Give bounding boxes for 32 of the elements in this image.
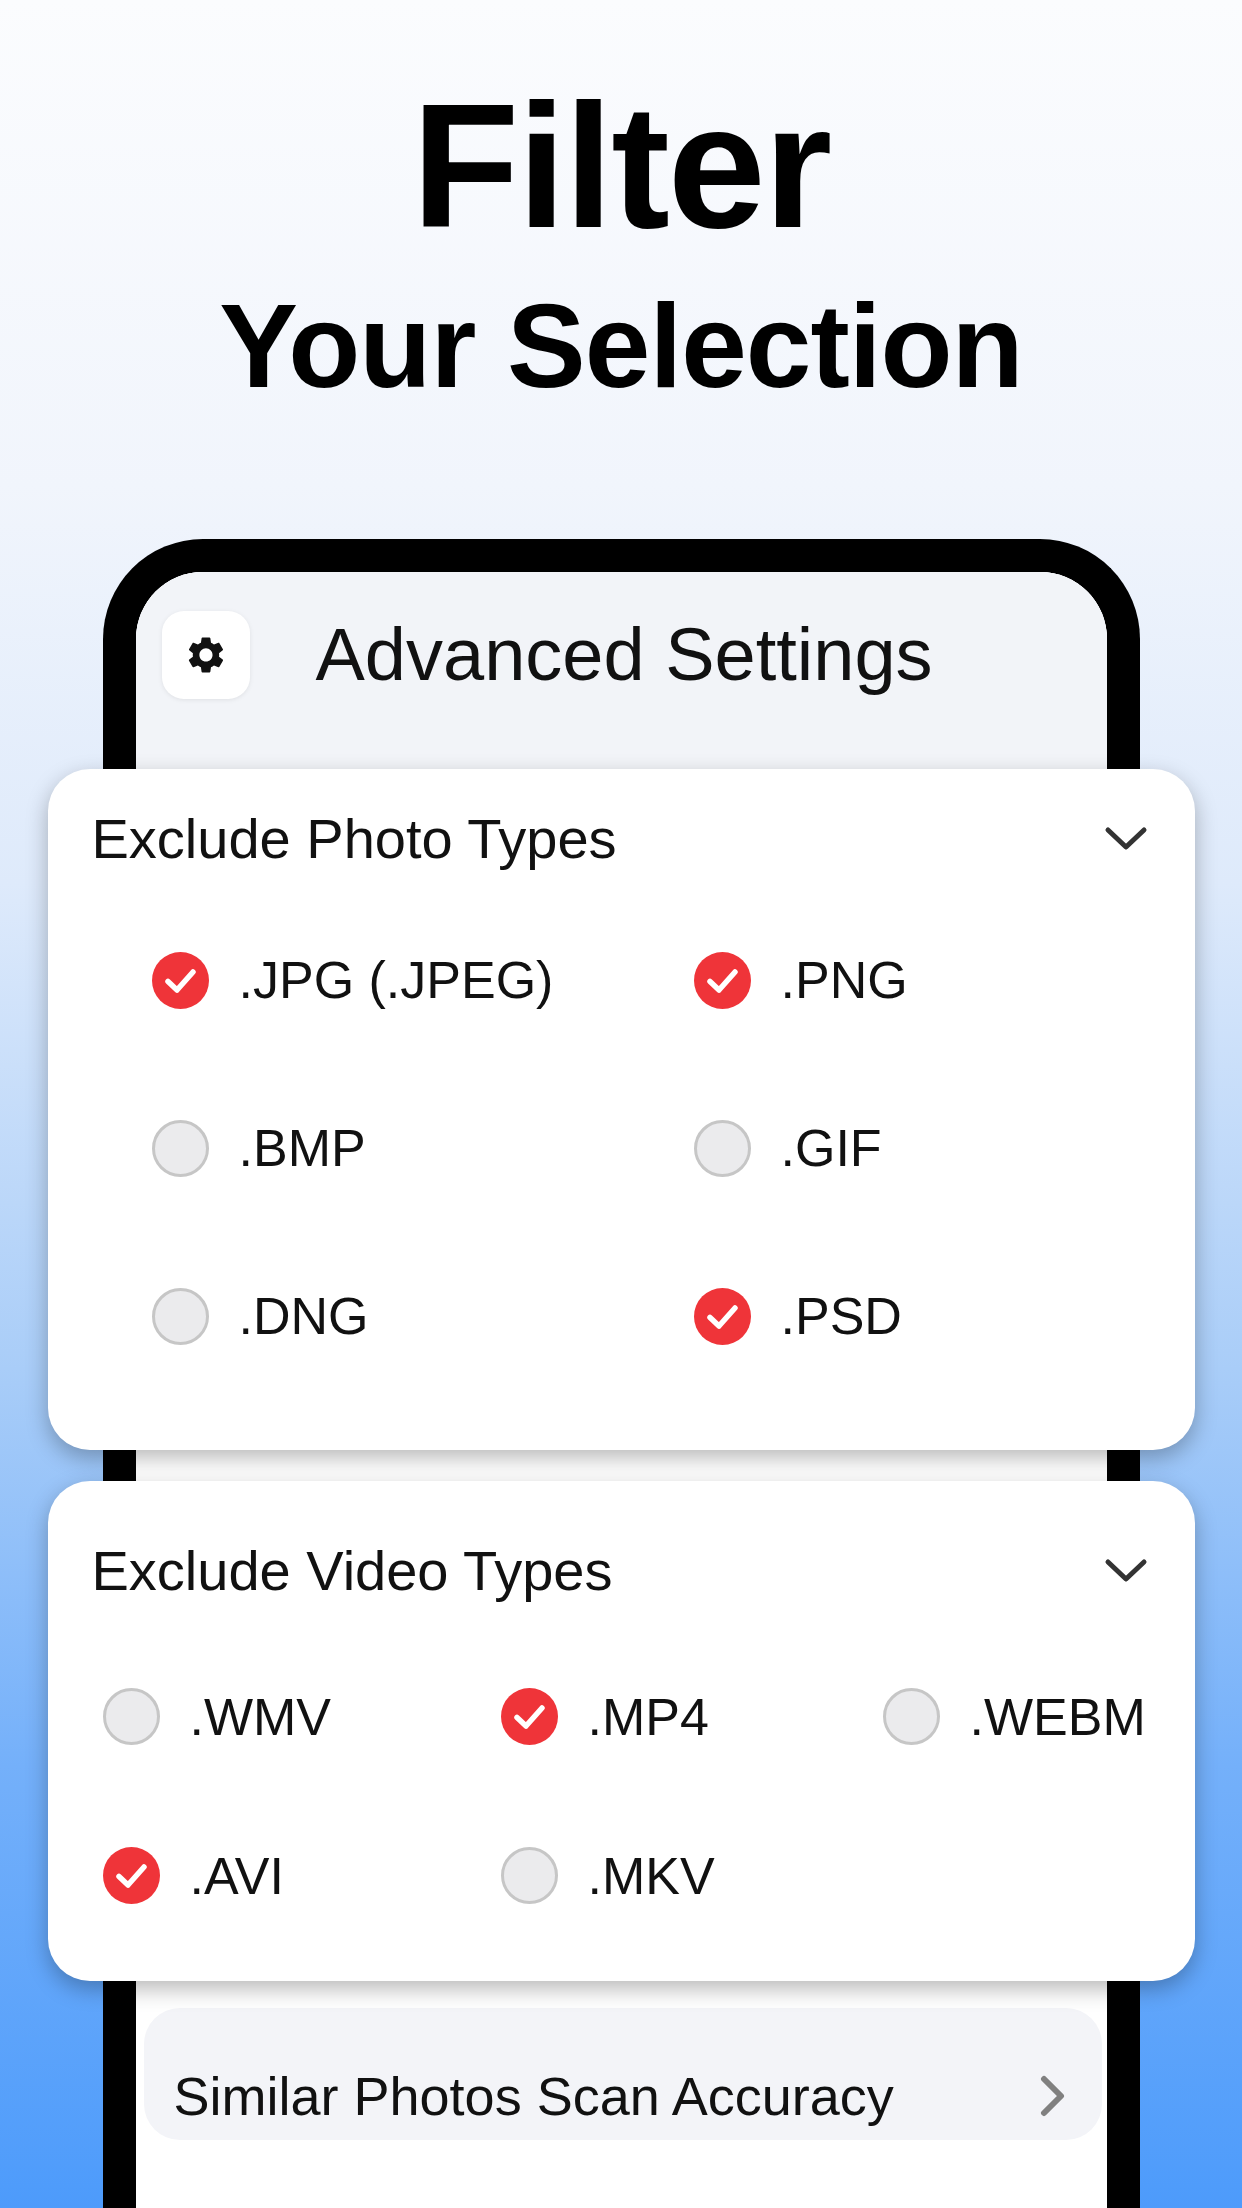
checkbox[interactable] xyxy=(151,951,209,1009)
checkbox[interactable] xyxy=(151,1119,209,1177)
checkbox-label: .WEBM xyxy=(969,1686,1146,1748)
menu-item[interactable]: Similar Photos Scan Accuracy xyxy=(143,2008,1102,2140)
chevron-down-icon[interactable] xyxy=(1103,1558,1148,1584)
checkbox-label: .MP4 xyxy=(587,1686,709,1748)
headline-subtitle: Your Selection xyxy=(219,287,1023,405)
checkbox-label: .GIF xyxy=(780,1118,882,1179)
checkbox[interactable] xyxy=(693,1119,751,1177)
checkbox-label: .AVI xyxy=(189,1845,284,1907)
checkbox[interactable] xyxy=(882,1688,940,1745)
checkbox[interactable] xyxy=(693,1287,751,1345)
checkbox-label: .JPG (.JPEG) xyxy=(238,950,554,1011)
checkbox[interactable] xyxy=(500,1688,558,1745)
checkbox-label: .DNG xyxy=(238,1286,369,1347)
headline-title: Filter xyxy=(411,78,831,254)
checkbox[interactable] xyxy=(693,951,751,1009)
section-title: Exclude Video Types xyxy=(91,1538,613,1604)
checkbox[interactable] xyxy=(102,1847,160,1904)
checkbox-label: .BMP xyxy=(238,1118,366,1179)
checkbox-label: .PSD xyxy=(780,1286,902,1347)
checkbox-label: .PNG xyxy=(780,950,908,1011)
checkbox[interactable] xyxy=(500,1847,558,1904)
chevron-right-icon xyxy=(1039,2075,1066,2117)
checkbox[interactable] xyxy=(151,1287,209,1345)
settings-icon[interactable] xyxy=(161,611,250,699)
screen-title: Advanced Settings xyxy=(315,612,933,698)
chevron-down-icon[interactable] xyxy=(1103,826,1148,852)
checkbox-label: .WMV xyxy=(189,1686,332,1748)
checkbox[interactable] xyxy=(102,1688,160,1745)
section-title: Exclude Photo Types xyxy=(91,806,617,872)
checkbox-label: .MKV xyxy=(587,1845,715,1907)
